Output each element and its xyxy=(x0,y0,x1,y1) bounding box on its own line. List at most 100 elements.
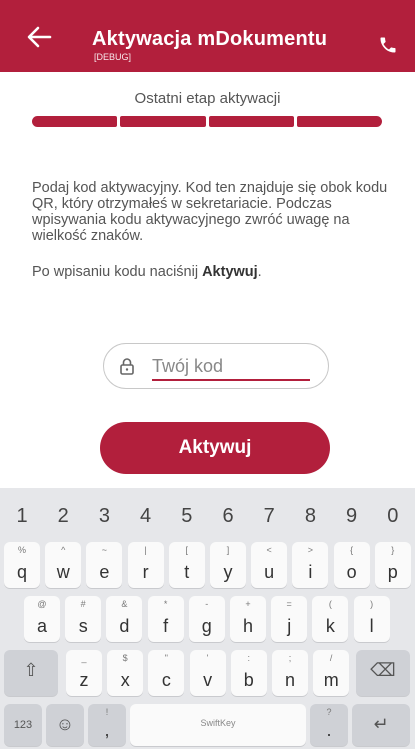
key-alt-label: " xyxy=(164,653,168,663)
key-n[interactable]: ; n xyxy=(272,650,308,696)
key-alt-label: { xyxy=(350,545,354,555)
hint-bold: Aktywuj xyxy=(202,264,258,280)
key-p[interactable]: } p xyxy=(374,542,411,588)
key-label: l xyxy=(369,616,374,636)
key-a[interactable]: @ a xyxy=(24,596,60,642)
key-b[interactable]: :b xyxy=(230,650,267,696)
progress-segment xyxy=(296,116,382,127)
key-alt-label: ; xyxy=(288,653,292,663)
key-v[interactable]: ' v xyxy=(189,650,226,696)
key-d[interactable]: & d xyxy=(106,596,143,642)
key-w[interactable]: ^ w xyxy=(45,542,82,588)
progress-segment xyxy=(120,116,206,127)
key-label: e xyxy=(99,562,110,582)
shift-arrow-icon: ⇧ xyxy=(23,660,39,680)
key-label: t xyxy=(184,562,190,582)
key-o[interactable]: {o xyxy=(333,542,370,588)
key-alt-label: ~ xyxy=(101,545,108,555)
key-x[interactable]: $ x xyxy=(107,650,144,696)
key-alt-label: $ xyxy=(122,653,128,663)
key-5[interactable]: 5 xyxy=(169,494,205,538)
key-r[interactable]: | r xyxy=(127,542,164,588)
key-alt-label: # xyxy=(80,599,86,609)
hint-suffix: . xyxy=(257,264,262,280)
input-underline xyxy=(152,379,310,381)
key-9[interactable]: 9 xyxy=(334,494,370,538)
key-label: i xyxy=(308,562,313,582)
hint-text: Po wpisaniu kodu naciśnij Aktywuj. xyxy=(32,264,392,280)
key-0[interactable]: 0 xyxy=(375,494,411,538)
key-label: o xyxy=(346,562,357,582)
key-c[interactable]: " c xyxy=(148,650,185,696)
key-l[interactable]: ) l xyxy=(353,596,390,642)
swiftkey-logo: SwiftKey xyxy=(200,718,236,728)
key-2[interactable]: 2 xyxy=(45,494,81,538)
activation-progress-bar xyxy=(32,116,382,127)
key-q[interactable]: % q xyxy=(4,542,40,588)
key-m[interactable]: / m xyxy=(313,650,350,696)
key-s[interactable]: # s xyxy=(65,596,102,642)
key-y[interactable]: ] y xyxy=(210,542,246,588)
numbers-key[interactable]: 123 xyxy=(4,704,42,746)
key-label: z xyxy=(79,670,89,690)
period-key[interactable]: ?. xyxy=(310,704,348,746)
key-label: a xyxy=(36,616,47,636)
key-alt-label: & xyxy=(121,599,128,609)
key-6[interactable]: 6 xyxy=(210,494,246,538)
key-z[interactable]: _ z xyxy=(66,650,102,696)
key-label: f xyxy=(163,616,169,636)
key-alt-label: : xyxy=(247,653,251,663)
key-alt-label: > xyxy=(307,545,314,555)
key-label: n xyxy=(284,670,295,690)
key-label: j xyxy=(287,616,292,636)
key-e[interactable]: ~ e xyxy=(86,542,123,588)
phone-icon[interactable] xyxy=(378,34,398,56)
key-alt-label: ] xyxy=(226,545,230,555)
comma-key[interactable]: !, xyxy=(88,704,126,746)
key-f[interactable]: * f xyxy=(147,596,184,642)
key-alt-label: ) xyxy=(370,599,374,609)
key-8[interactable]: 8 xyxy=(292,494,328,538)
key-1[interactable]: 1 xyxy=(4,494,40,538)
key-u[interactable]: < u xyxy=(251,542,288,588)
key-label: d xyxy=(119,616,130,636)
key-label: y xyxy=(223,562,233,582)
key-alt-label: ! xyxy=(105,707,109,717)
arrow-left-icon[interactable] xyxy=(26,26,52,48)
key-alt-label: + xyxy=(245,599,251,609)
enter-key[interactable]: ↵ xyxy=(352,704,410,746)
emoji-icon: ☺ xyxy=(55,714,75,734)
space-key[interactable]: SwiftKey xyxy=(130,704,306,746)
activation-code-field[interactable] xyxy=(103,343,329,389)
backspace-key[interactable]: ⌫ xyxy=(356,650,410,696)
key-h[interactable]: + h xyxy=(230,596,266,642)
key-j[interactable]: = j xyxy=(271,596,308,642)
key-alt-label: ' xyxy=(206,653,209,663)
key-3[interactable]: 3 xyxy=(86,494,122,538)
app-title: Aktywacja mDokumentu xyxy=(92,28,328,50)
key-label: q xyxy=(16,562,27,582)
backspace-icon: ⌫ xyxy=(370,660,396,680)
activation-code-input[interactable] xyxy=(152,353,307,379)
onscreen-keyboard: 1 2 3 4 5 6 7 8 9 0% q ^ w ~ e | r[t] y < u > i{o} p @ a # s & d * f - g… xyxy=(0,488,415,749)
enter-icon: ↵ xyxy=(373,714,389,734)
activate-button[interactable]: Aktywuj xyxy=(100,422,330,474)
numbers-key-label: 123 xyxy=(13,719,33,731)
progress-segment xyxy=(32,116,118,127)
key-i[interactable]: > i xyxy=(292,542,329,588)
key-4[interactable]: 4 xyxy=(128,494,164,538)
key-alt-label: ^ xyxy=(61,545,66,555)
key-alt-label: = xyxy=(286,599,292,609)
key-label: , xyxy=(104,720,110,740)
key-alt-label: } xyxy=(391,545,395,555)
key-k[interactable]: (k xyxy=(312,596,349,642)
key-alt-label: _ xyxy=(81,653,87,663)
shift-key[interactable]: ⇧ xyxy=(4,650,58,696)
debug-label: [DEBUG] xyxy=(94,52,132,62)
key-t[interactable]: [t xyxy=(168,542,205,588)
key-7[interactable]: 7 xyxy=(251,494,287,538)
emoji-key[interactable]: ☺ xyxy=(46,704,84,746)
key-label: w xyxy=(56,562,70,582)
key-g[interactable]: -g xyxy=(188,596,225,642)
key-label: s xyxy=(78,616,88,636)
